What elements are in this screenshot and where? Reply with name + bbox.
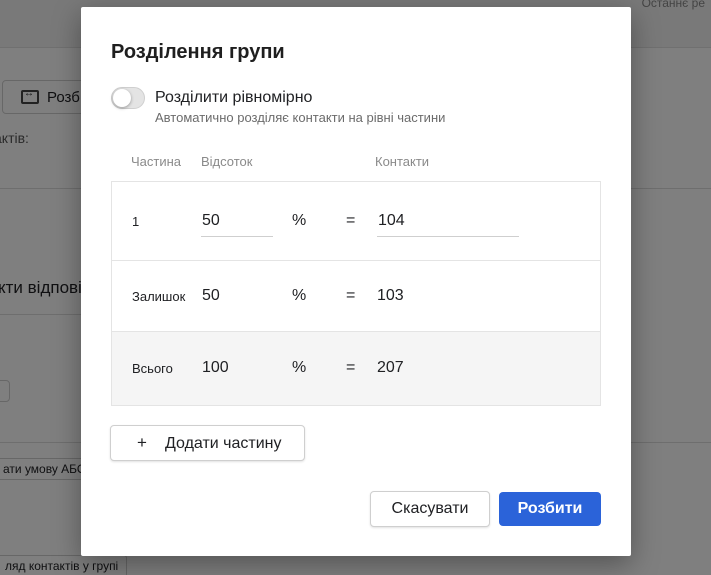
- cancel-button[interactable]: Скасувати: [370, 491, 490, 527]
- equals-sign: =: [346, 212, 356, 229]
- percent-input[interactable]: [201, 205, 273, 237]
- contacts-value: 103: [377, 287, 404, 304]
- table-row-total: Всього 100 % = 207: [112, 332, 600, 405]
- contacts-value: 207: [377, 359, 404, 376]
- split-button[interactable]: Розбити: [499, 492, 601, 526]
- equals-sign: =: [346, 359, 356, 376]
- percent-sign: %: [292, 359, 307, 376]
- split-group-dialog: Розділення групи Розділити рівномірно Ав…: [81, 7, 631, 556]
- table-row: Залишок 50 % = 103: [112, 261, 600, 332]
- parts-table: 1 % = Залишок 50 % = 103 Всього 100 % = …: [111, 181, 601, 406]
- split-evenly-toggle[interactable]: [111, 87, 145, 109]
- row-part-label: Залишок: [132, 289, 186, 304]
- split-evenly-label[interactable]: Розділити рівномірно: [155, 89, 312, 107]
- row-part-label: 1: [132, 214, 140, 229]
- equals-sign: =: [346, 287, 356, 304]
- percent-value: 50: [202, 287, 220, 304]
- add-part-label: Додати частину: [165, 435, 282, 452]
- row-part-label: Всього: [132, 361, 173, 376]
- toggle-knob: [113, 89, 131, 107]
- plus-icon: +: [137, 433, 147, 452]
- column-header-part: Частина: [131, 154, 182, 169]
- dialog-title: Розділення групи: [111, 41, 285, 63]
- add-part-button[interactable]: + Додати частину: [110, 425, 305, 461]
- percent-value: 100: [202, 359, 229, 376]
- percent-sign: %: [292, 212, 307, 229]
- table-row: 1 % =: [112, 182, 600, 261]
- column-header-percent: Відсоток: [201, 154, 253, 169]
- contacts-input[interactable]: [377, 205, 519, 237]
- split-evenly-description: Автоматично розділяє контакти на рівні ч…: [155, 110, 446, 125]
- column-header-contacts: Контакти: [375, 154, 430, 169]
- percent-sign: %: [292, 287, 307, 304]
